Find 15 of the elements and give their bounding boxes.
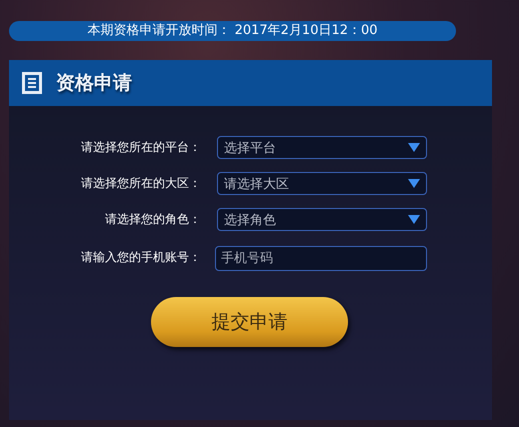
panel-title: 资格申请 bbox=[56, 71, 132, 96]
dropdown-arrow-icon bbox=[408, 179, 420, 188]
dropdown[interactable]: 选择角色 bbox=[217, 208, 427, 231]
field-label: 请输入您的手机账号： bbox=[80, 249, 202, 266]
dropdown[interactable]: 请选择大区 bbox=[217, 172, 427, 195]
field-label: 请选择您的角色： bbox=[104, 211, 202, 228]
dropdown[interactable]: 选择平台 bbox=[217, 136, 427, 159]
dropdown-arrow-icon bbox=[408, 215, 420, 224]
submit-button[interactable]: 提交申请 bbox=[151, 297, 348, 347]
notice-banner: 本期资格申请开放时间： 2017年2月10日12：00 bbox=[9, 21, 456, 41]
field-label: 请选择您所在的大区： bbox=[80, 175, 202, 192]
input-field[interactable]: 手机号码 bbox=[215, 246, 427, 271]
field-label: 请选择您所在的平台： bbox=[80, 139, 202, 156]
dropdown-arrow-icon bbox=[408, 143, 420, 152]
document-icon bbox=[22, 72, 42, 94]
